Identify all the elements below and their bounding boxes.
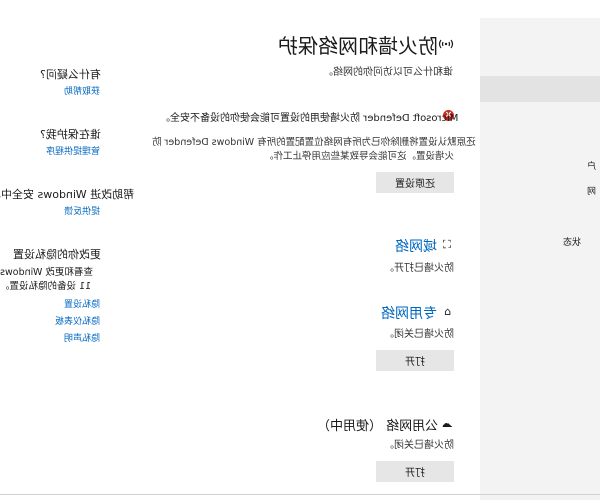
public-network-icon: ☁: [441, 417, 453, 430]
network-name-public[interactable]: 公用网络 （使用中）: [290, 415, 438, 434]
get-help-link[interactable]: 获取帮助: [20, 84, 100, 97]
nav-item-network[interactable]: 网: [587, 184, 596, 197]
feedback-link[interactable]: 提供反馈: [30, 204, 100, 217]
warning-body-line2: 火墙设置。这可能会导致某些应用停止工作。: [263, 151, 454, 162]
private-network-turn-on-button[interactable]: 打开: [376, 350, 454, 371]
network-name-private[interactable]: 专用网络: [362, 303, 437, 323]
provider-heading: 谁在保护我?: [40, 128, 101, 141]
privacy-settings-link[interactable]: 隐私设置: [30, 297, 100, 310]
nav-selected-band[interactable]: [480, 76, 600, 102]
private-network-icon: ⌂: [443, 305, 451, 318]
warning-title: Microsoft Defender 防火墙使用的设置可能会使你的设备不安全。: [160, 113, 459, 124]
bottom-divider: [0, 494, 600, 495]
network-name-domain[interactable]: 域网络: [362, 236, 437, 256]
navigation-pane: 户 网 状态: [480, 18, 600, 500]
nav-item-status[interactable]: 状态: [563, 235, 581, 248]
privacy-statement-link[interactable]: 隐私声明: [30, 331, 100, 344]
domain-network-icon: ⛶: [443, 238, 451, 251]
privacy-heading: 更改你的隐私设置: [13, 248, 101, 261]
public-network-turn-on-button[interactable]: 打开: [376, 461, 454, 482]
privacy-dashboard-link[interactable]: 隐私仪表板: [20, 314, 100, 327]
network-status-domain: 防火墙已打开。: [384, 263, 454, 274]
wifi-icon: [438, 36, 454, 56]
page-title: 防火墙和网络保护: [278, 34, 438, 58]
network-status-public: 防火墙已关闭。: [384, 440, 454, 451]
manage-providers-link[interactable]: 管理提供程序: [10, 144, 100, 157]
help-heading: 有什么疑问?: [40, 68, 101, 81]
improve-heading: 帮助改进 Windows 安全中心: [0, 188, 135, 201]
nav-item-account[interactable]: 户: [587, 159, 596, 172]
network-status-private: 防火墙已关闭。: [384, 329, 454, 340]
privacy-body: 查看和更改 Windows 11 设备的隐私设置。: [0, 267, 93, 292]
page-subtitle: 谁和什么可以访问你的网络。: [323, 67, 453, 78]
warning-body-line1: 还原默认设置将删除你已为所有网络位置配置的所有 Windows Defender…: [152, 137, 476, 148]
restore-settings-button[interactable]: 还原设置: [376, 172, 454, 193]
